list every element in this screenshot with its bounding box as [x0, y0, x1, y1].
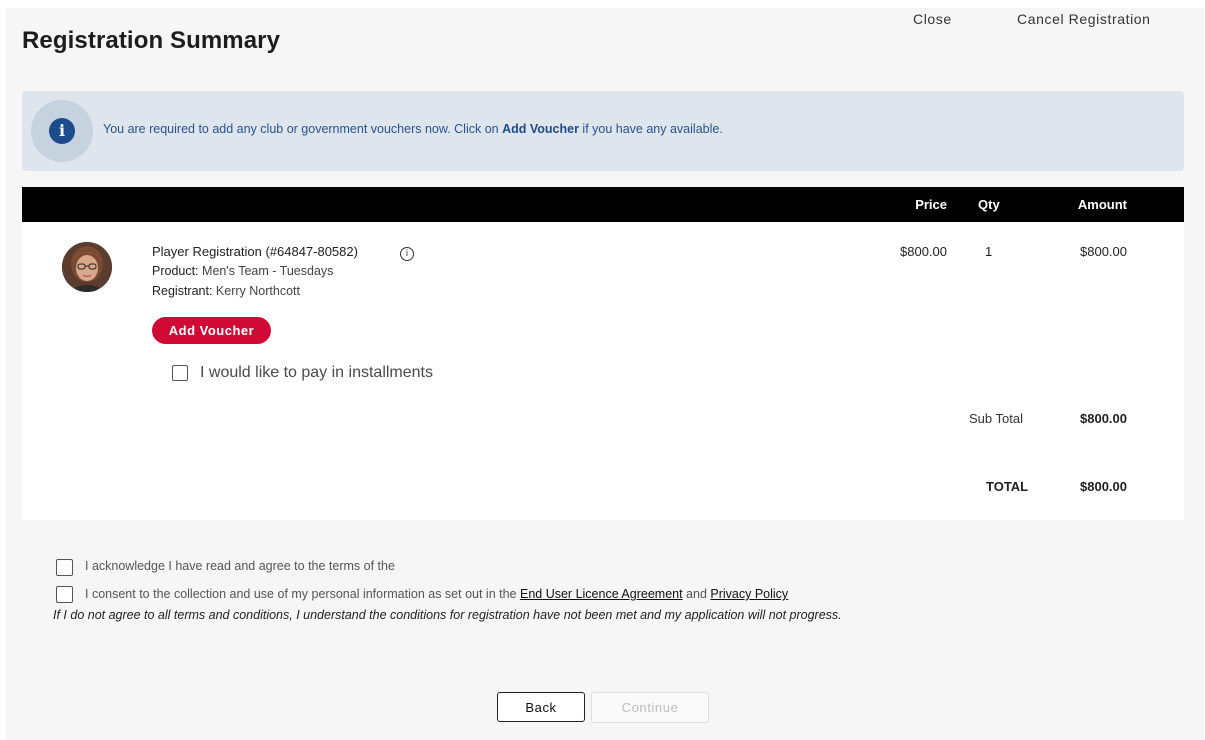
- add-voucher-button[interactable]: Add Voucher: [152, 317, 271, 344]
- page-title: Registration Summary: [22, 27, 281, 54]
- line-item-price: $800.00: [900, 244, 947, 259]
- column-header-price: Price: [915, 197, 947, 212]
- continue-button[interactable]: Continue: [591, 692, 709, 723]
- terms-disclaimer: If I do not agree to all terms and condi…: [53, 608, 842, 622]
- installments-checkbox[interactable]: [172, 365, 188, 381]
- consent-label[interactable]: I consent to the collection and use of m…: [85, 587, 788, 601]
- privacy-policy-link[interactable]: Privacy Policy: [710, 587, 788, 601]
- acknowledge-terms-checkbox[interactable]: [56, 559, 73, 576]
- registrant-avatar: [62, 242, 112, 292]
- cancel-registration-link[interactable]: Cancel Registration: [1017, 11, 1151, 27]
- line-item-registrant: Registrant: Kerry Northcott: [152, 284, 300, 298]
- order-table: Price Qty Amount Player Registration (#6…: [22, 187, 1184, 520]
- info-icon-halo: i: [31, 100, 93, 162]
- line-item-amount: $800.00: [1080, 244, 1127, 259]
- acknowledge-terms-label[interactable]: I acknowledge I have read and agree to t…: [85, 559, 395, 573]
- notice-add-voucher-emphasis: Add Voucher: [502, 122, 579, 136]
- subtotal-label: Sub Total: [969, 411, 1023, 426]
- avatar-photo: [62, 242, 112, 292]
- subtotal-value: $800.00: [1080, 411, 1127, 426]
- total-value: $800.00: [1080, 479, 1127, 494]
- voucher-notice: i You are required to add any club or go…: [22, 91, 1184, 171]
- column-header-amount: Amount: [1077, 197, 1127, 212]
- line-item-product: Product: Men's Team - Tuesdays: [152, 264, 334, 278]
- column-header-qty: Qty: [978, 197, 1000, 212]
- eula-link[interactable]: End User Licence Agreement: [520, 587, 683, 601]
- back-button[interactable]: Back: [497, 692, 585, 722]
- voucher-notice-text: You are required to add any club or gove…: [103, 122, 723, 136]
- consent-checkbox[interactable]: [56, 586, 73, 603]
- line-item-qty: 1: [985, 244, 993, 259]
- info-detail-icon[interactable]: i: [400, 247, 414, 261]
- total-label: TOTAL: [986, 479, 1029, 494]
- info-icon: i: [49, 118, 75, 144]
- line-item-title: Player Registration (#64847-80582): [152, 244, 358, 259]
- table-header: Price Qty Amount: [22, 187, 1184, 222]
- installments-label[interactable]: I would like to pay in installments: [200, 364, 433, 382]
- close-link[interactable]: Close: [913, 11, 952, 27]
